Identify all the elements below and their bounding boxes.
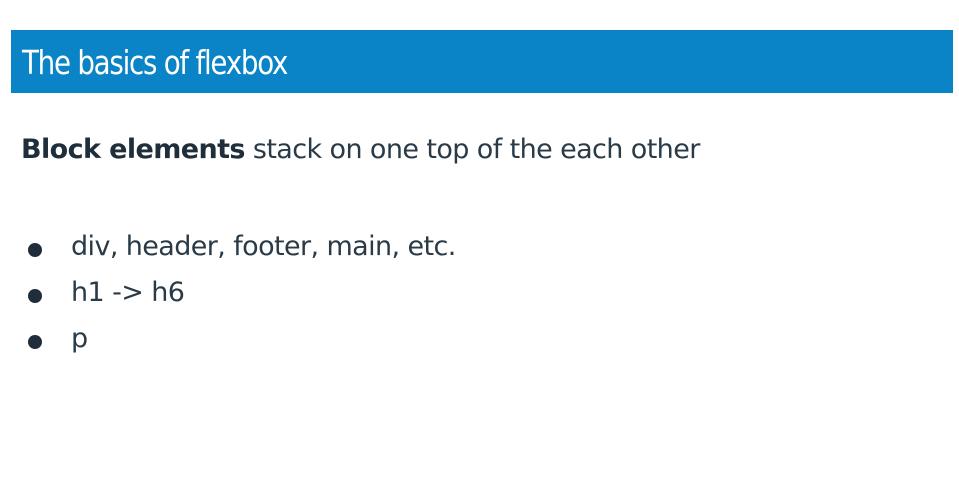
lead-paragraph: Block elements stack on one top of the e… — [21, 134, 700, 165]
lead-rest-text: stack on one top of the each other — [244, 134, 700, 165]
bullet-text: h1 -> h6 — [71, 277, 185, 308]
bullet-dot-icon — [28, 289, 42, 303]
title-bar: The basics of flexbox — [11, 30, 953, 93]
bullet-text: p — [71, 323, 88, 354]
lead-bold-text: Block elements — [21, 134, 245, 165]
slide: The basics of flexbox Block elements sta… — [0, 0, 959, 483]
bullet-dot-icon — [28, 243, 42, 257]
bullet-dot-icon — [28, 335, 42, 349]
slide-title: The basics of flexbox — [22, 43, 288, 82]
bullet-text: div, header, footer, main, etc. — [71, 231, 456, 262]
